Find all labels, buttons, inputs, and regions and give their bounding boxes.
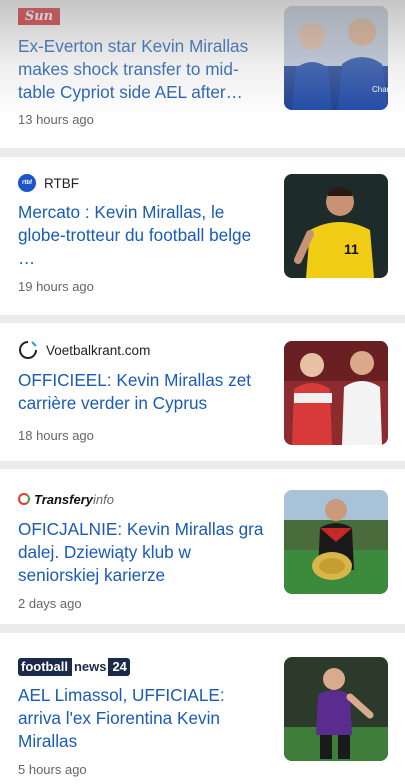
timestamp: 13 hours ago (18, 112, 94, 127)
logo-part-football: football (18, 658, 71, 676)
voetbalkrant-logo (19, 341, 37, 359)
news-card[interactable]: Voetbalkrant.com OFFICIEEL: Kevin Mirall… (0, 323, 405, 461)
source-row: Voetbalkrant.com (18, 340, 150, 360)
timestamp: 5 hours ago (18, 762, 87, 777)
news-card[interactable]: Transfery info OFICJALNIE: Kevin Mirallas… (0, 469, 405, 624)
source-row: rtbf RTBF (18, 173, 79, 193)
headline[interactable]: AEL Limassol, UFFICIALE: arriva l'ex Fio… (18, 684, 270, 753)
timestamp: 2 days ago (18, 596, 82, 611)
article-thumbnail[interactable] (284, 657, 388, 761)
headline[interactable]: Ex-Everton star Kevin Mirallas makes sho… (18, 35, 270, 104)
news-card[interactable]: rtbf RTBF Mercato : Kevin Mirallas, le g… (0, 157, 405, 315)
logo-part-24: 24 (109, 658, 130, 676)
timestamp: 18 hours ago (18, 428, 94, 443)
svg-text:11: 11 (344, 241, 359, 257)
source-row: Sun (18, 6, 60, 26)
player-photo-icon (284, 490, 388, 594)
headline[interactable]: Mercato : Kevin Mirallas, le globe-trott… (18, 201, 270, 270)
logo-part-news: news (70, 658, 110, 676)
news-card[interactable]: football news 24 AEL Limassol, UFFICIALE: … (0, 633, 405, 784)
transfery-logo: Transfery info (18, 492, 114, 507)
article-thumbnail[interactable] (284, 341, 388, 445)
logo-sub-text: info (93, 491, 114, 507)
player-photo-icon: 11 (284, 174, 388, 278)
source-name: Voetbalkrant.com (46, 342, 151, 358)
logo-main-text: Transfery (34, 491, 94, 507)
player-photo-icon (284, 341, 388, 445)
source-name: RTBF (44, 175, 80, 191)
transfery-logo-mark-icon (18, 493, 30, 505)
timestamp: 19 hours ago (18, 279, 94, 294)
source-row: Transfery info (18, 489, 114, 509)
article-thumbnail[interactable]: 11 (284, 174, 388, 278)
rtbf-logo: rtbf (18, 174, 36, 192)
headline[interactable]: OFICJALNIE: Kevin Mirallas gra dalej. Dz… (18, 518, 270, 587)
svg-text:Chang: Chang (372, 85, 388, 94)
headline[interactable]: OFFICIEEL: Kevin Mirallas zet carrière v… (18, 369, 270, 415)
article-thumbnail[interactable]: Chang (284, 6, 388, 110)
player-photo-icon (284, 657, 388, 761)
the-sun-logo: Sun (18, 7, 60, 25)
source-row: football news 24 (18, 657, 130, 677)
football-news-24-logo: football news 24 (18, 658, 130, 676)
news-card[interactable]: Sun Ex-Everton star Kevin Mirallas makes… (0, 0, 405, 148)
article-thumbnail[interactable] (284, 490, 388, 594)
player-photo-icon: Chang (284, 6, 388, 110)
